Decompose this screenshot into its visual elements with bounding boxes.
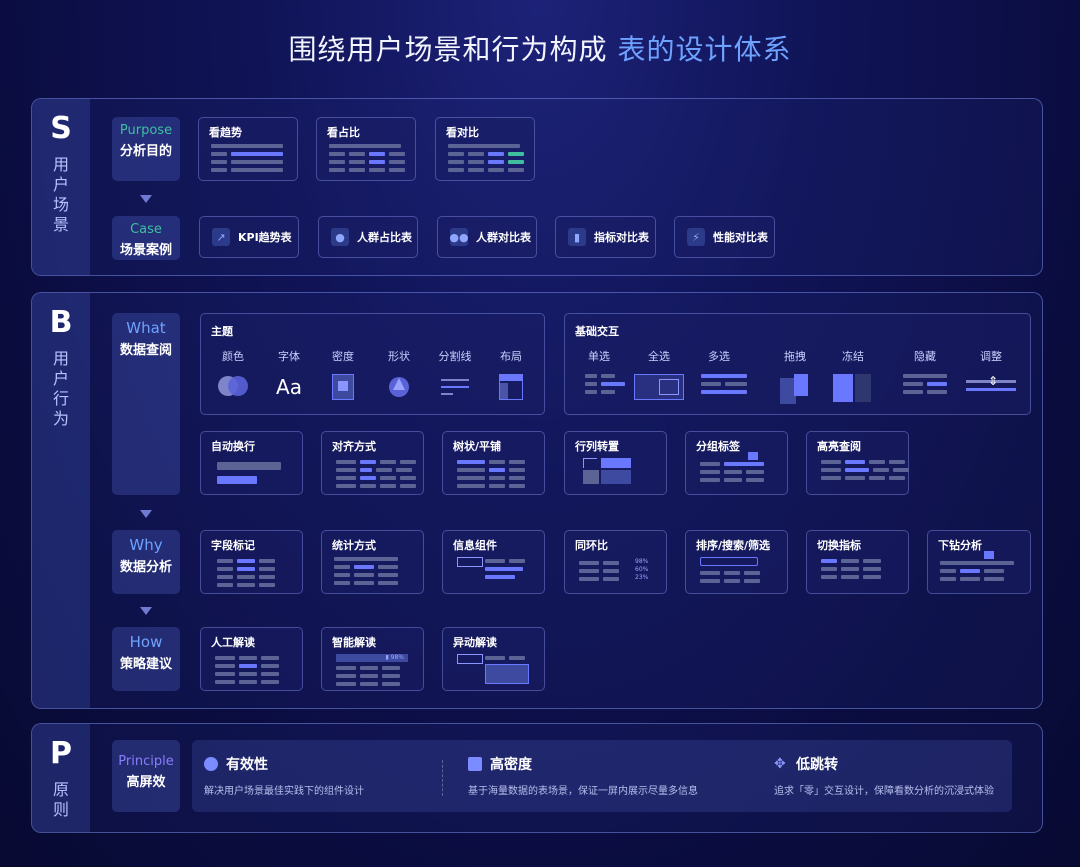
section-name: 用户场景 [52,155,69,234]
interaction-multi-select[interactable]: 多选 [691,348,747,394]
card-manual-interpretation[interactable]: 人工解读 [200,627,303,691]
theme-layout[interactable]: 布局 [483,348,539,400]
section-s: S 用户场景 Purpose 分析目的 Case 场景案例 看趋势 看占比 看对… [31,98,1043,276]
card-sort-search-filter[interactable]: 排序/搜索/筛选 [685,530,788,594]
case-crowd-ratio[interactable]: ● 人群占比表 [318,216,418,258]
color-icon [218,374,248,400]
interaction-select-all[interactable]: 全选 [631,348,687,400]
card-compare[interactable]: 看对比 [435,117,535,181]
case-kpi-trend[interactable]: ↗ KPI趋势表 [199,216,299,258]
interaction-hide[interactable]: 隐藏 [897,348,953,394]
card-auto-wrap[interactable]: 自动换行 [200,431,303,495]
resize-icon: ⇕ [966,374,1016,400]
yoy-value-2: 60% [635,566,649,573]
trend-icon: ↗ [212,228,230,246]
principle-density: 高密度 基于海量数据的表场景，保证一屏内展示尽量多信息 [468,757,698,797]
theme-density[interactable]: 密度 [315,348,371,400]
drag-icon [780,374,810,404]
theme-shape[interactable]: 形状 [371,348,427,400]
principle-label: Principle 高屏效 [112,740,180,812]
case-crowd-compare[interactable]: ●● 人群对比表 [437,216,537,258]
card-highlight[interactable]: 高亮查阅 [806,431,909,495]
interaction-freeze[interactable]: 冻结 [825,348,881,402]
arrow-down-icon [140,607,152,615]
card-drilldown[interactable]: 下钻分析 [927,530,1031,594]
interaction-drag[interactable]: 拖拽 [767,348,823,404]
section-b-sidebar: B 用户行为 [32,293,90,708]
card-transpose[interactable]: 行列转置 [564,431,667,495]
bolt-icon: ⚡ [687,228,705,246]
section-s-sidebar: S 用户场景 [32,99,90,275]
page-title: 围绕用户场景和行为构成 表的设计体系 [288,33,792,66]
yoy-value-3: 23% [635,574,649,581]
shape-icon [388,374,410,400]
grid-icon [468,757,482,771]
how-label: How 策略建议 [112,627,180,691]
card-alignment[interactable]: 对齐方式 [321,431,424,495]
section-p-sidebar: P 原则 [32,724,90,832]
case-metric-compare[interactable]: ▮ 指标对比表 [555,216,656,258]
principle-effectiveness: 有效性 解决用户场景最佳实践下的组件设计 [204,757,364,797]
card-anomaly-interpretation[interactable]: 异动解读 [442,627,545,691]
section-p: P 原则 Principle 高屏效 有效性 解决用户场景最佳实践下的组件设计 … [31,723,1043,833]
section-name: 用户行为 [52,349,69,428]
card-info-component[interactable]: 信息组件 [442,530,545,594]
user-icon: ● [331,228,349,246]
purpose-label: Purpose 分析目的 [112,117,180,181]
card-stat-method[interactable]: 统计方式 [321,530,424,594]
interaction-resize[interactable]: 调整 ⇕ [963,348,1019,400]
section-letter: S [50,111,72,146]
theme-color[interactable]: 颜色 [205,348,261,400]
users-icon: ●● [449,228,469,246]
card-tree-flat[interactable]: 树状/平铺 [442,431,545,495]
card-yoy[interactable]: 同环比 98% 60% 23% [564,530,667,594]
yoy-value-1: 98% [635,558,649,565]
theme-panel: 主题 颜色 字体 Aa 密度 形状 分割线 布局 [200,313,545,415]
what-label: What 数据查阅 [112,313,180,495]
arrow-down-icon [140,510,152,518]
card-smart-interpretation[interactable]: 智能解读 ▮ 98% [321,627,424,691]
arrow-down-icon [140,195,152,203]
card-switch-metric[interactable]: 切换指标 [806,530,909,594]
section-b: B 用户行为 What 数据查阅 Why 数据分析 How 策略建议 主题 颜色… [31,292,1043,709]
why-label: Why 数据分析 [112,530,180,594]
case-label: Case 场景案例 [112,216,180,260]
case-performance-compare[interactable]: ⚡ 性能对比表 [674,216,775,258]
interaction-panel: 基础交互 单选 全选 多选 拖拽 冻结 隐藏 调整 ⇕ [564,313,1031,415]
principle-panel: 有效性 解决用户场景最佳实践下的组件设计 高密度 基于海量数据的表场景，保证一屏… [192,740,1012,812]
section-letter: P [50,736,72,771]
interaction-single-select[interactable]: 单选 [571,348,627,394]
theme-divider[interactable]: 分割线 [427,348,483,400]
layout-icon [499,374,523,400]
section-letter: B [49,305,73,340]
bar-icon: ▮ [568,228,586,246]
theme-font[interactable]: 字体 Aa [261,348,317,400]
smart-badge: ▮ 98% [336,654,408,662]
user-icon [204,757,218,771]
section-name: 原则 [52,780,69,819]
freeze-icon [833,374,873,402]
move-icon: ✥ [774,756,786,772]
density-icon [332,374,354,400]
divider-icon [441,374,469,400]
card-group-tag[interactable]: 分组标签 [685,431,788,495]
card-field-mark[interactable]: 字段标记 [200,530,303,594]
card-trend[interactable]: 看趋势 [198,117,298,181]
card-proportion[interactable]: 看占比 [316,117,416,181]
principle-low-jump: ✥ 低跳转 追求「零」交互设计，保障看数分析的沉浸式体验 [774,756,994,797]
font-icon: Aa [276,375,302,399]
